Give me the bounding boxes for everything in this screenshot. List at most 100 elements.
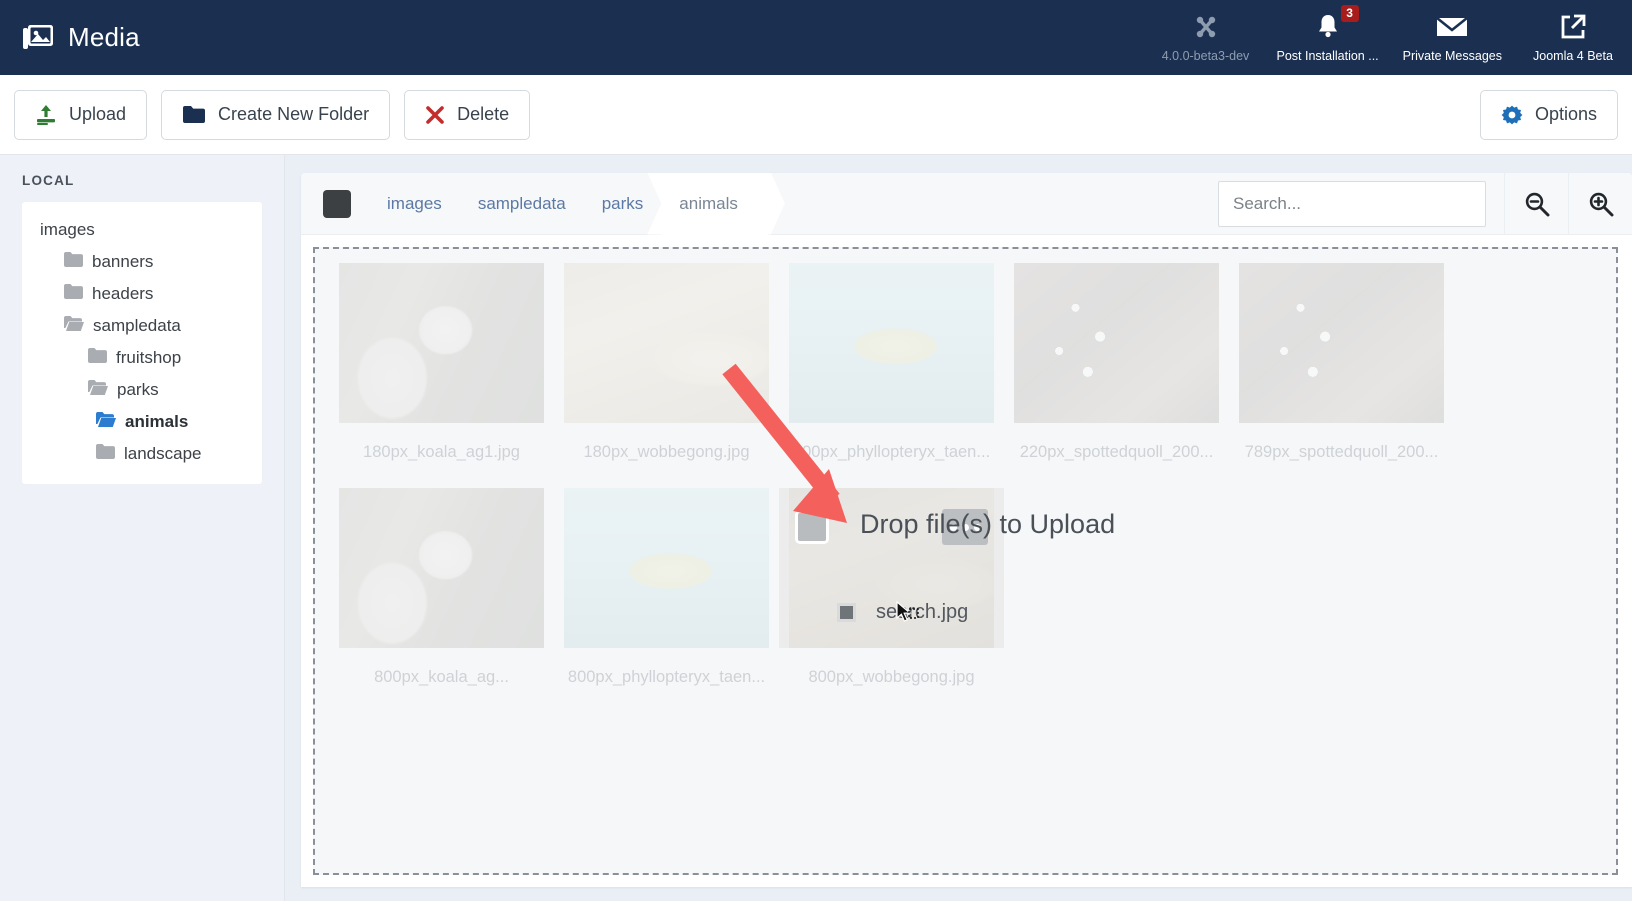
create-new-folder-button-label: Create New Folder: [218, 104, 369, 125]
toolbar: Upload Create New Folder Delete: [0, 75, 1632, 155]
thumbnail-image: [564, 263, 769, 423]
sidebar-item-animals[interactable]: animals: [22, 406, 262, 438]
mouse-cursor-icon: [895, 601, 921, 632]
header-item-private-messages[interactable]: Private Messages: [1391, 0, 1514, 75]
folder-icon: [88, 348, 107, 368]
media-item-name: 800px_wobbegong.jpg: [779, 668, 1004, 687]
breadcrumb: images sampledata parks animals: [369, 173, 768, 235]
header-item-label: Joomla 4 Beta: [1533, 49, 1613, 63]
external-link-icon: [1559, 12, 1587, 42]
image-stack-icon: [22, 22, 54, 54]
tree-label: parks: [117, 380, 159, 400]
folder-icon: [64, 252, 83, 272]
thumbnail-image: [339, 263, 544, 423]
drop-message: Drop file(s) to Upload: [860, 509, 1115, 540]
sidebar-item-sampledata[interactable]: sampledata: [22, 310, 262, 342]
thumbnail-image: [1239, 263, 1444, 423]
page-body: LOCAL images banners headers: [0, 155, 1632, 901]
thumbnail-box: [329, 488, 554, 648]
media-item-name: 180px_wobbegong.jpg: [554, 443, 779, 462]
breadcrumb-item-animals[interactable]: animals: [661, 173, 768, 235]
header-item-joomla4-beta[interactable]: Joomla 4 Beta: [1514, 0, 1632, 75]
app-header: Media 4.0.0-beta3-dev 3 Post Installa: [0, 0, 1632, 75]
media-grid: 180px_koala_ag1.jpg 180px_wobbegong.jpg …: [315, 249, 1616, 713]
delete-button[interactable]: Delete: [404, 90, 530, 140]
envelope-icon: [1436, 12, 1468, 42]
thumbnail-box: [1229, 263, 1454, 423]
sidebar-item-banners[interactable]: banners: [22, 246, 262, 278]
media-item[interactable]: 220px_spottedquoll_200...: [1004, 263, 1229, 480]
zoom-out-icon[interactable]: [1504, 173, 1568, 234]
thumbnail-image: [339, 488, 544, 648]
folder-icon: [96, 444, 115, 464]
media-item[interactable]: 180px_wobbegong.jpg: [554, 263, 779, 480]
folder-open-icon: [88, 380, 108, 400]
media-item[interactable]: 789px_spottedquoll_200...: [1229, 263, 1454, 480]
toggle-sidebar-icon[interactable]: [323, 190, 351, 218]
header-item-label: 4.0.0-beta3-dev: [1162, 49, 1250, 63]
tree-label: sampledata: [93, 316, 181, 336]
tree-label: fruitshop: [116, 348, 181, 368]
tree-label: landscape: [124, 444, 202, 464]
header-item-post-installation[interactable]: 3 Post Installation ...: [1265, 0, 1391, 75]
joomla-logo-icon: [1191, 12, 1221, 42]
media-item-name: 220px_spottedquoll_200...: [1004, 443, 1229, 462]
zoom-in-icon[interactable]: [1568, 173, 1632, 234]
tree-label: animals: [125, 412, 188, 432]
folder-icon: [64, 284, 83, 304]
thumbnail-image: [789, 263, 994, 423]
create-new-folder-button[interactable]: Create New Folder: [161, 90, 390, 140]
thumbnail-box: [779, 263, 1004, 423]
header-item-label: Private Messages: [1403, 49, 1502, 63]
sidebar-item-parks[interactable]: parks: [22, 374, 262, 406]
search-wrapper: [1218, 181, 1504, 227]
media-item-name: 800px_phyllopteryx_taen...: [554, 668, 779, 687]
media-item-name: 800px_phyllopteryx_taen...: [779, 443, 1004, 462]
thumbnail-box: [554, 263, 779, 423]
sidebar-item-headers[interactable]: headers: [22, 278, 262, 310]
tree-label: banners: [92, 252, 153, 272]
upload-icon: [35, 104, 57, 126]
breadcrumb-item-sampledata[interactable]: sampledata: [460, 173, 584, 235]
folder-icon: [182, 105, 206, 124]
upload-dropzone[interactable]: 180px_koala_ag1.jpg 180px_wobbegong.jpg …: [313, 247, 1618, 875]
sidebar-item-landscape[interactable]: landscape: [22, 438, 262, 470]
drag-ghost-filename: search.jpg: [876, 601, 968, 624]
tree-label: headers: [92, 284, 153, 304]
media-item[interactable]: 180px_koala_ag1.jpg: [329, 263, 554, 480]
breadcrumb-item-parks[interactable]: parks: [584, 173, 662, 235]
tree-label: images: [40, 220, 95, 240]
sidebar-item-images[interactable]: images: [22, 214, 262, 246]
thumbnail-box: [329, 263, 554, 423]
sidebar: LOCAL images banners headers: [0, 155, 285, 901]
media-panel: images sampledata parks animals: [301, 173, 1632, 887]
file-image-icon: [837, 603, 856, 622]
thumbnail-box: [1004, 263, 1229, 423]
thumbnail-box: [554, 488, 779, 648]
media-item[interactable]: 800px_phyllopteryx_taen...: [779, 263, 1004, 480]
thumbnail-image: [564, 488, 769, 648]
upload-button-label: Upload: [69, 104, 126, 125]
breadcrumb-item-images[interactable]: images: [369, 173, 460, 235]
sidebar-item-fruitshop[interactable]: fruitshop: [22, 342, 262, 374]
folder-tree: images banners headers: [22, 202, 262, 484]
gear-icon: [1501, 104, 1523, 126]
media-item[interactable]: 800px_koala_ag...: [329, 488, 554, 705]
toolbar-left-group: Upload Create New Folder Delete: [14, 90, 530, 140]
content-area: images sampledata parks animals: [285, 155, 1632, 901]
media-item[interactable]: 800px_phyllopteryx_taen...: [554, 488, 779, 705]
page-title: Media: [68, 22, 140, 53]
close-icon: [425, 105, 445, 125]
search-input[interactable]: [1218, 181, 1486, 227]
breadcrumb-bar: images sampledata parks animals: [301, 173, 1632, 235]
sidebar-heading: LOCAL: [22, 173, 262, 188]
upload-button[interactable]: Upload: [14, 90, 147, 140]
header-item-version[interactable]: 4.0.0-beta3-dev: [1147, 0, 1265, 75]
options-button[interactable]: Options: [1480, 90, 1618, 140]
notification-badge: 3: [1341, 5, 1359, 22]
header-actions: 4.0.0-beta3-dev 3 Post Installation ... …: [1147, 0, 1632, 75]
thumbnail-image: [1014, 263, 1219, 423]
folder-open-icon: [64, 316, 84, 336]
media-item-name: 789px_spottedquoll_200...: [1229, 443, 1454, 462]
media-item-name: 180px_koala_ag1.jpg: [329, 443, 554, 462]
